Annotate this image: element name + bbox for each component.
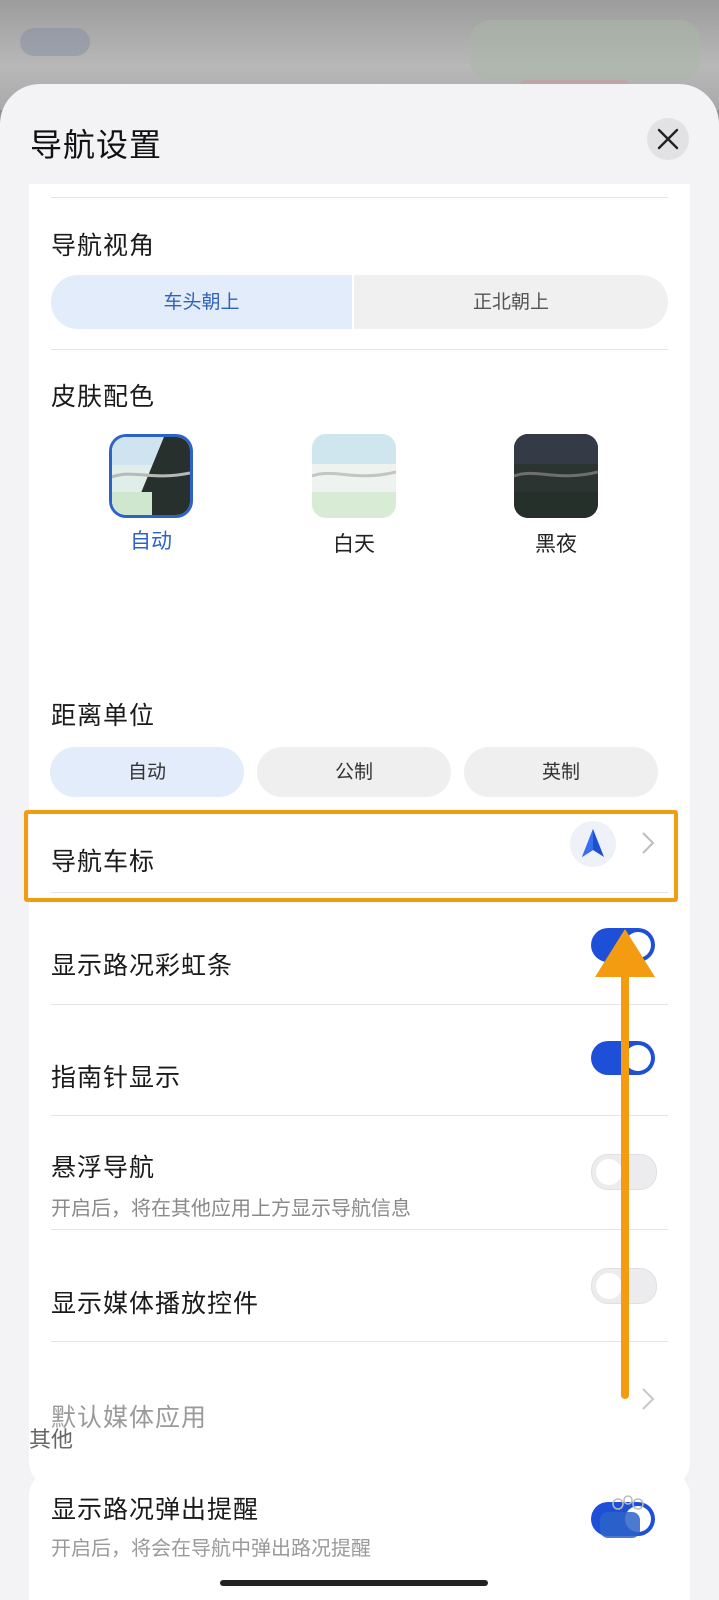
baidu-jingyan-watermark	[548, 1490, 708, 1550]
view-angle-north-up[interactable]: 正北朝上	[354, 275, 668, 329]
divider	[51, 1229, 668, 1230]
floating-nav-label: 悬浮导航	[51, 1153, 156, 1182]
view-angle-segmented: 车头朝上 正北朝上	[51, 275, 668, 329]
rainbow-bar-label: 显示路况彩虹条	[51, 951, 234, 980]
skin-label: 皮肤配色	[51, 382, 156, 411]
skin-night[interactable]: 黑夜	[514, 434, 598, 558]
view-angle-label: 导航视角	[51, 231, 156, 260]
divider	[51, 1115, 668, 1116]
close-button[interactable]	[647, 118, 689, 160]
blur-shape	[470, 20, 700, 80]
distance-auto-pill[interactable]: 自动	[50, 747, 244, 797]
annotation-arrow-icon	[595, 929, 655, 1399]
highlight-box	[24, 810, 678, 902]
skin-night-thumbnail	[514, 434, 598, 518]
other-section-label: 其他	[29, 1428, 74, 1453]
divider	[51, 349, 668, 350]
floating-nav-subtitle: 开启后，将在其他应用上方显示导航信息	[51, 1196, 411, 1220]
skin-day-thumbnail	[312, 434, 396, 518]
skin-auto-caption: 自动	[130, 529, 172, 553]
blur-shape	[20, 28, 90, 56]
compass-label: 指南针显示	[51, 1063, 182, 1092]
skin-day-caption: 白天	[333, 532, 375, 556]
distance-metric-pill[interactable]: 公制	[257, 747, 451, 797]
close-icon	[657, 128, 679, 150]
distance-imperial-pill[interactable]: 英制	[464, 747, 658, 797]
skin-night-caption: 黑夜	[535, 532, 577, 556]
divider	[51, 197, 668, 198]
sheet-title: 导航设置	[30, 126, 163, 164]
divider	[51, 1004, 668, 1005]
traffic-popup-subtitle: 开启后，将会在导航中弹出路况提醒	[51, 1536, 371, 1560]
traffic-popup-label: 显示路况弹出提醒	[51, 1495, 260, 1524]
skin-auto-thumbnail	[112, 437, 190, 515]
default-media-label[interactable]: 默认媒体应用	[51, 1398, 207, 1434]
home-indicator[interactable]	[220, 1580, 488, 1586]
distance-label: 距离单位	[51, 701, 156, 730]
media-controls-label: 显示媒体播放控件	[51, 1289, 260, 1318]
skin-day[interactable]: 白天	[312, 434, 396, 558]
view-angle-heading-up[interactable]: 车头朝上	[51, 275, 352, 329]
divider	[51, 1341, 668, 1342]
skin-auto[interactable]: 自动	[109, 434, 193, 555]
